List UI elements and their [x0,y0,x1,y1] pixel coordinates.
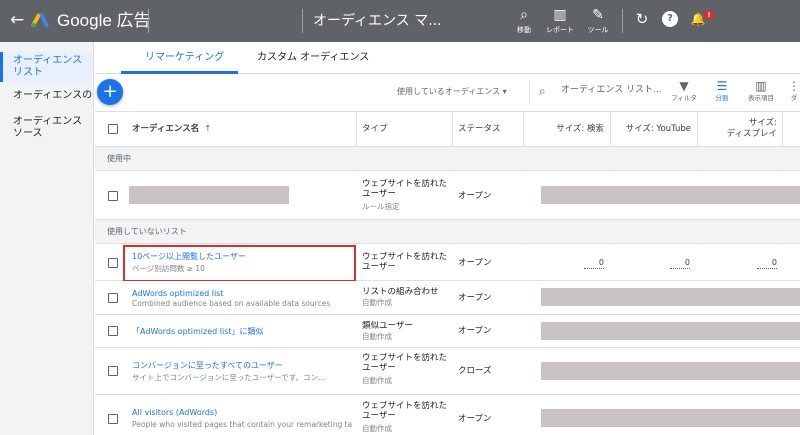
back-arrow-icon[interactable]: ← [10,10,24,30]
active-tab-indicator [121,71,238,74]
brand-name[interactable]: Google 広告 [57,11,151,31]
table-row[interactable]: コンバージョンに至ったすべてのユーザー サイト上でコンバージョンに至ったユーザー… [95,348,800,395]
notification-badge: ! [704,10,714,20]
columns-button[interactable]: ▥ 表示項目 [743,78,779,102]
redacted-sizes [541,288,800,306]
redacted-audience-name [129,186,289,204]
audience-name-link[interactable]: AdWords optimized list [132,289,224,299]
tool-reports[interactable]: ▥ レポート [542,6,578,35]
more-icon: ⋮ [788,79,800,93]
filter-button[interactable]: ▼ フィルタ [666,78,702,102]
highlight-box [123,245,356,282]
column-header-type[interactable]: タイプ [362,112,450,146]
search-icon: ⌕ [539,84,546,98]
table-row[interactable]: 「AdWords optimized list」に類似 類似ユーザー 自動作成 … [95,315,800,348]
table-header: オーディエンス名 ↑ タイプ ステータス サイズ: 検索 サイズ: YouTub… [95,111,800,147]
redacted-sizes [541,409,800,427]
help-icon[interactable]: ? [662,11,678,27]
columns-icon: ▥ [755,79,767,93]
divider [622,9,623,33]
more-button[interactable]: ⋮ ダ [788,78,800,102]
column-header-size-youtube[interactable]: サイズ: YouTube [613,112,691,146]
table-row[interactable]: ウェブサイトを訪れた ユーザー ルール指定 オープン [95,172,800,220]
column-header-size-search[interactable]: サイズ: 検索 [525,112,604,146]
size-search-value[interactable]: 0 [584,258,604,269]
search-icon: ⌕ [520,7,528,23]
section-header-not-in-use: 使用していないリスト [95,220,800,244]
divider [148,9,149,33]
top-bar: ← Google 広告 オーディエンス マ... ⌕ 移動 ▥ レポート ✎ ツ… [0,0,800,42]
redacted-sizes [541,186,800,204]
column-header-size-display[interactable]: サイズ: ディスプレイ [699,112,777,146]
row-checkbox[interactable] [108,326,118,336]
search-input[interactable] [561,85,661,95]
redacted-sizes [541,362,800,380]
sidebar-item-audience-list[interactable]: オーディエンス リスト [0,52,93,82]
divider [302,9,303,33]
row-checkbox[interactable] [108,366,118,376]
tool-tools[interactable]: ✎ ツール [580,6,616,35]
refresh-icon[interactable]: ↻ [634,11,650,27]
divider [529,80,530,104]
sidebar-item-audience-sources[interactable]: オーディエンス ソース [0,116,93,142]
table-row[interactable]: All visitors (AdWords) People who visite… [95,395,800,435]
audience-name-link[interactable]: 「AdWords optimized list」に類似 [132,327,264,337]
segment-icon: ☰ [716,79,728,93]
sort-ascending-icon: ↑ [204,123,212,134]
row-checkbox[interactable] [108,414,118,424]
tab-remarketing[interactable]: リマーケティング [145,51,224,65]
google-ads-logo-icon [31,13,49,28]
add-button[interactable]: + [97,79,123,105]
row-checkbox[interactable] [108,258,118,268]
wrench-icon: ✎ [592,7,604,23]
segment-button[interactable]: ☰ 分割 [707,78,737,102]
column-header-name[interactable]: オーディエンス名 ↑ [132,112,354,146]
filter-icon: ▼ [679,79,689,93]
tab-custom-audiences[interactable]: カスタム オーディエンス [257,51,369,65]
size-youtube-value[interactable]: 0 [670,258,690,269]
reports-icon: ▥ [553,7,567,23]
audience-filter-dropdown[interactable]: 使用しているオーディエンス ▾ [397,86,507,98]
select-all-checkbox[interactable] [108,124,118,134]
size-display-value[interactable]: 0 [757,258,777,269]
sidebar: オーディエンス リスト オーディエンスのイ オーディエンス ソース [0,42,94,435]
column-header-status[interactable]: ステータス [458,112,522,146]
section-header-in-use: 使用中 [95,147,800,171]
audience-name-link[interactable]: All visitors (AdWords) [132,408,217,418]
audience-name-link[interactable]: コンバージョンに至ったすべてのユーザー [132,361,283,371]
sidebar-item-audience-insights[interactable]: オーディエンスのイ [0,90,93,104]
tool-goto[interactable]: ⌕ 移動 [506,6,542,35]
row-checkbox[interactable] [108,293,118,303]
table-row[interactable]: AdWords optimized list Combined audience… [95,281,800,315]
redacted-sizes [541,322,800,340]
row-checkbox[interactable] [108,191,118,201]
page-title: オーディエンス マ... [313,13,442,29]
tab-bar: リマーケティング カスタム オーディエンス [95,42,800,74]
